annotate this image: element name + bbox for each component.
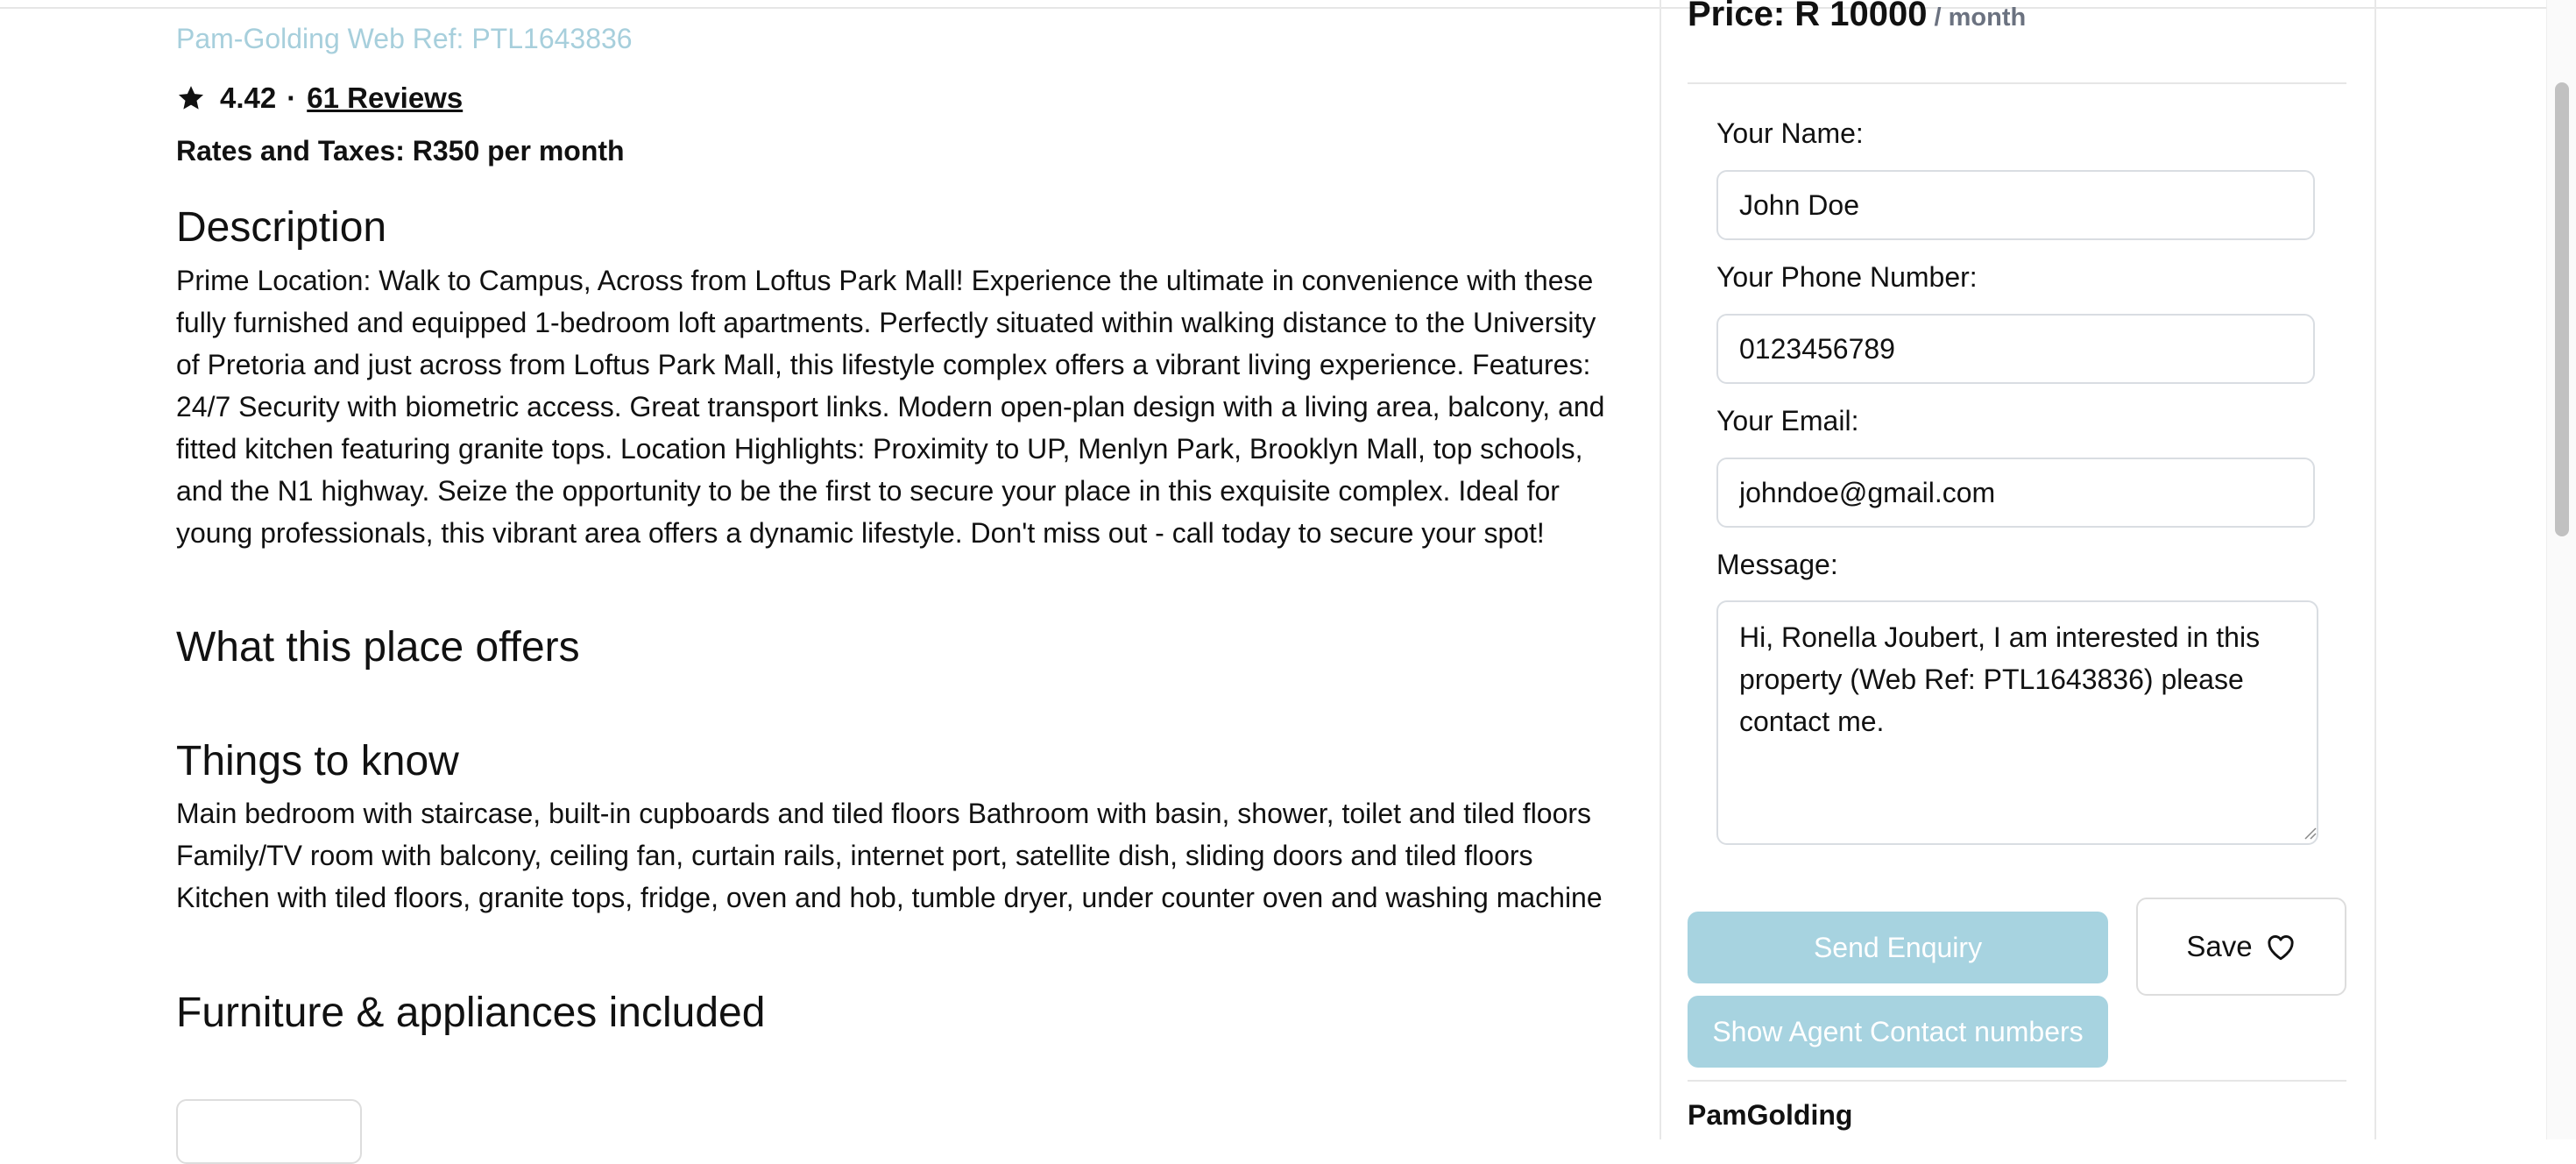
description-heading: Description (176, 204, 387, 251)
things-to-know-text: Main bedroom with staircase, built-in cu… (176, 798, 1603, 913)
sidebar-border-right (2374, 0, 2376, 1139)
price-amount: Price: R 10000 (1688, 0, 1928, 33)
price-period: / month (1934, 4, 2027, 32)
show-agent-numbers-button[interactable]: Show Agent Contact numbers (1688, 996, 2108, 1068)
resize-grip-icon[interactable] (2303, 826, 2317, 840)
sidebar-border-left (1660, 0, 1661, 1139)
rating-value: 4.42 (220, 82, 277, 114)
message-label: Message: (1716, 549, 1838, 580)
save-label: Save (2186, 930, 2253, 962)
furniture-card (176, 1099, 362, 1164)
star-icon (178, 86, 204, 110)
price: Price: R 10000/ month (1688, 0, 2026, 34)
email-label: Your Email: (1716, 405, 1859, 436)
send-enquiry-button[interactable]: Send Enquiry (1688, 912, 2108, 983)
agency-divider (1688, 1080, 2346, 1082)
heart-icon (2268, 935, 2294, 961)
amenities-heading: What this place offers (176, 624, 580, 671)
agency-name: PamGolding (1688, 1099, 1853, 1131)
phone-field[interactable] (1716, 314, 2315, 384)
name-field[interactable] (1716, 170, 2315, 240)
rating-row: 4.42 · 61 Reviews (176, 79, 463, 117)
furniture-heading: Furniture & appliances included (176, 990, 766, 1036)
reviews-link[interactable]: 61 Reviews (307, 82, 463, 115)
name-label: Your Name: (1716, 117, 1864, 149)
save-button[interactable]: Save (2136, 898, 2346, 996)
top-bar-edge (0, 0, 2576, 9)
scrollbar-thumb[interactable] (2555, 82, 2569, 536)
message-field[interactable]: Hi, Ronella Joubert, I am interested in … (1716, 600, 2318, 845)
email-field[interactable] (1716, 458, 2315, 528)
things-to-know-heading: Things to know (176, 738, 459, 784)
web-reference: Pam-Golding Web Ref: PTL1643836 (176, 23, 633, 54)
phone-label: Your Phone Number: (1716, 261, 1978, 293)
rating-separator: · (287, 82, 297, 114)
price-divider (1688, 82, 2346, 84)
description-text: Prime Location: Walk to Campus, Across f… (176, 265, 1605, 549)
rates-taxes: Rates and Taxes: R350 per month (176, 135, 625, 167)
